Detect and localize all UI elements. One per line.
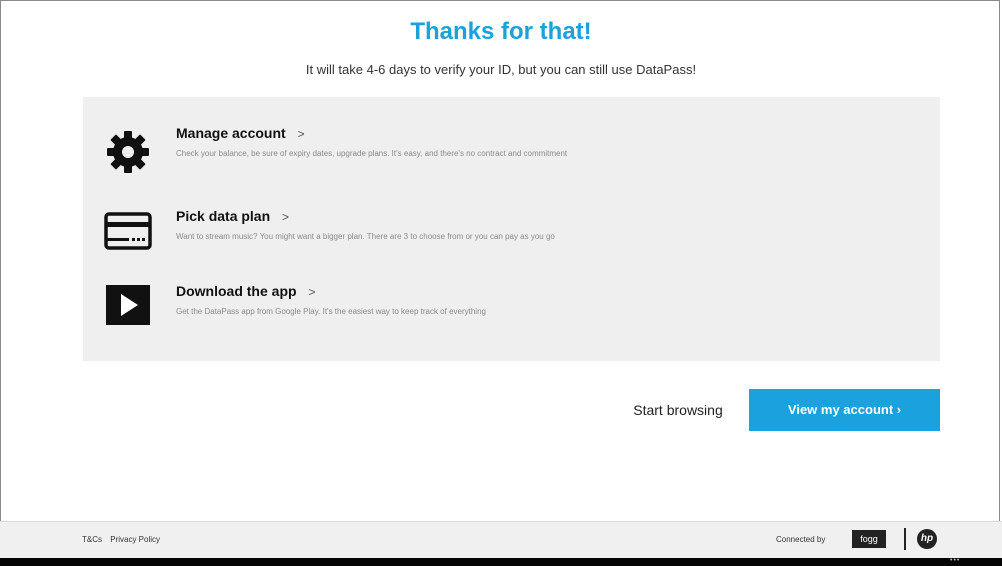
option-description: Get the DataPass app from Google Play. I… — [176, 307, 486, 316]
tcs-link[interactable]: T&Cs — [82, 535, 102, 544]
option-heading[interactable]: Pick data plan > — [176, 208, 289, 224]
option-label: Pick data plan — [176, 208, 271, 224]
option-label: Download the app — [176, 283, 297, 299]
options-panel: Manage account > Check your balance, be … — [83, 97, 940, 361]
footer-divider — [904, 528, 906, 550]
page-title: Thanks for that! — [410, 18, 592, 45]
credit-card-icon — [103, 208, 153, 258]
option-description: Want to stream music? You might want a b… — [176, 232, 555, 241]
bottom-bar: ••• — [0, 557, 1002, 566]
option-manage-account[interactable]: Manage account > Check your balance, be … — [83, 125, 940, 185]
fogg-logo: fogg — [852, 530, 886, 548]
option-download-app[interactable]: Download the app > Get the DataPass app … — [83, 283, 940, 343]
page-subtitle: It will take 4-6 days to verify your ID,… — [305, 62, 697, 77]
play-icon — [103, 283, 153, 333]
start-browsing-link[interactable]: Start browsing — [610, 389, 746, 431]
option-label: Manage account — [176, 125, 286, 141]
footer-links: T&Cs Privacy Policy — [82, 535, 166, 544]
chevron-right-icon: > — [282, 210, 290, 224]
dots-icon: ••• — [950, 557, 961, 564]
gear-icon — [103, 125, 153, 175]
hp-logo: hp — [917, 529, 937, 549]
connected-by-label: Connected by — [776, 535, 826, 544]
chevron-right-icon: > — [297, 127, 305, 141]
privacy-policy-link[interactable]: Privacy Policy — [110, 535, 160, 544]
option-pick-data-plan[interactable]: Pick data plan > Want to stream music? Y… — [83, 208, 940, 268]
view-account-button[interactable]: View my account › — [749, 389, 940, 431]
option-heading[interactable]: Manage account > — [176, 125, 305, 141]
option-heading[interactable]: Download the app > — [176, 283, 315, 299]
footer: T&Cs Privacy Policy Connected by fogg hp — [0, 521, 1002, 558]
chevron-right-icon: > — [308, 285, 316, 299]
option-description: Check your balance, be sure of expiry da… — [176, 149, 568, 158]
